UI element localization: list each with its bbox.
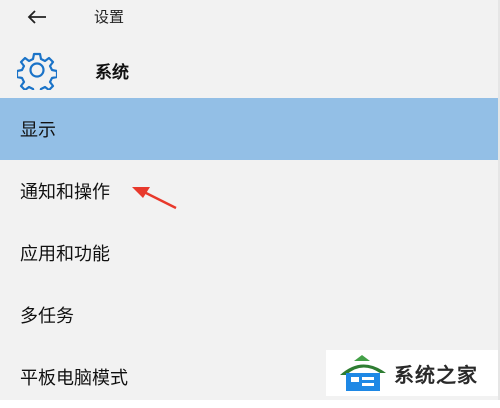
nav-item-notifications[interactable]: 通知和操作 <box>0 160 498 222</box>
nav-item-apps[interactable]: 应用和功能 <box>0 222 498 284</box>
title-bar: 设置 <box>0 0 498 34</box>
nav-item-label: 通知和操作 <box>20 182 110 203</box>
watermark-text: 系统之家 <box>394 362 478 387</box>
nav-item-label: 显示 <box>20 120 56 141</box>
settings-window: 设置 系统 显示 通知和操作 应用和功能 多任务 平板电脑模式 <box>0 0 500 400</box>
section-title: 系统 <box>95 63 129 83</box>
nav-item-label: 应用和功能 <box>20 244 110 265</box>
nav-item-label: 多任务 <box>20 306 74 327</box>
house-logo-icon <box>340 355 386 391</box>
gear-icon <box>17 52 57 90</box>
window-title: 设置 <box>94 8 125 26</box>
nav-item-multitasking[interactable]: 多任务 <box>0 284 498 346</box>
nav-item-label: 平板电脑模式 <box>20 368 128 389</box>
back-button[interactable] <box>26 7 48 27</box>
red-arrow-icon <box>132 187 177 210</box>
section-header: 系统 <box>0 46 498 94</box>
back-arrow-icon <box>27 10 46 24</box>
watermark: 系统之家 <box>326 350 498 396</box>
nav-item-display[interactable]: 显示 <box>0 98 498 160</box>
